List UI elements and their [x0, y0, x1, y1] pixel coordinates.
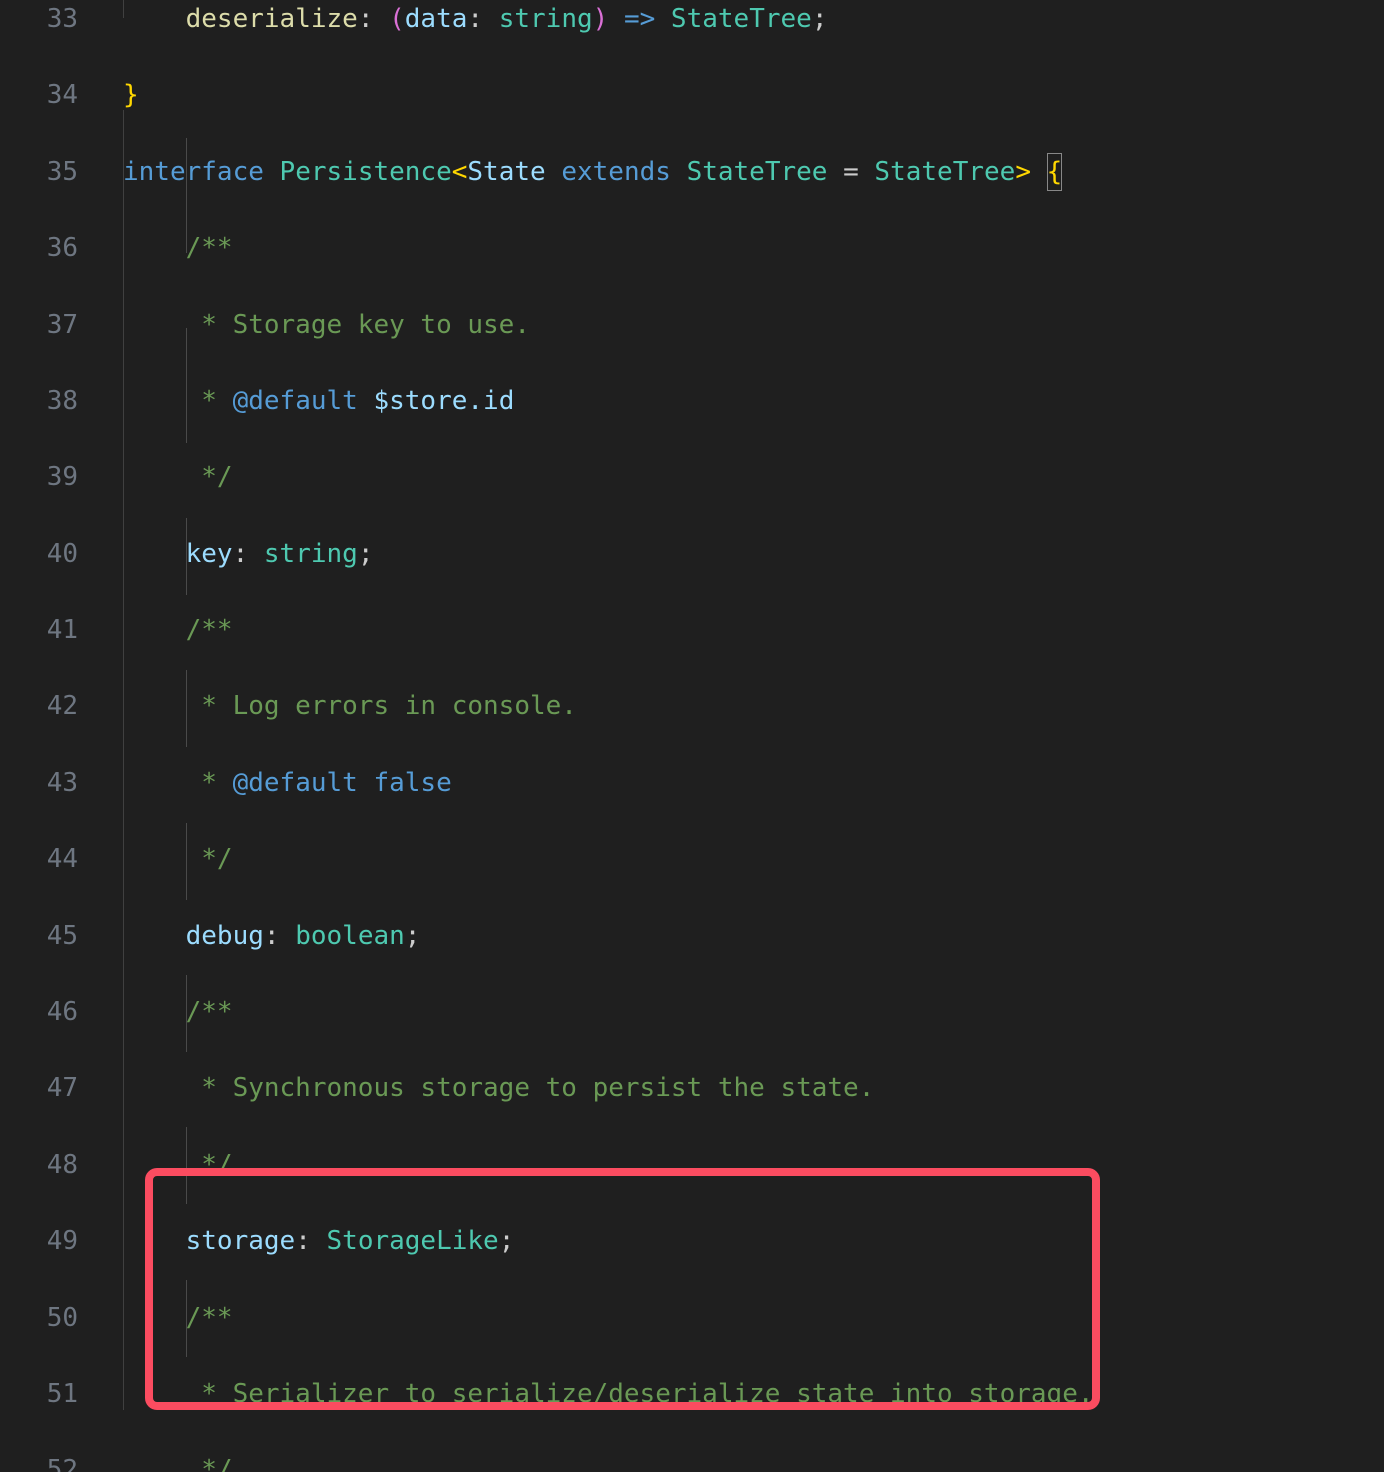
code-text: */	[123, 1455, 233, 1472]
line-number: 33	[46, 4, 78, 34]
code-text: * Synchronous storage to persist the sta…	[123, 1073, 875, 1104]
line-number: 51	[46, 1378, 78, 1409]
code-line[interactable]: 38 * @default $store.id	[0, 382, 1384, 420]
code-text: key: string;	[185, 538, 374, 569]
bracket-match-highlight: {	[1046, 152, 1063, 191]
code-text: /**	[123, 233, 233, 264]
code-text: */	[123, 1149, 233, 1180]
code-line[interactable]: 40 key: string;	[0, 535, 1384, 573]
code-text: interface Persistence<State extends Stat…	[123, 152, 1063, 191]
code-line[interactable]: 44 */	[0, 840, 1384, 878]
code-line[interactable]: 43 * @default false	[0, 764, 1384, 802]
code-text: deserialize: (data: string) => StateTree…	[185, 4, 828, 34]
line-number: 50	[46, 1302, 78, 1333]
line-number: 47	[46, 1073, 78, 1104]
code-text: * Storage key to use.	[123, 309, 530, 340]
code-line[interactable]: 48 */	[0, 1146, 1384, 1184]
line-number: 45	[46, 920, 78, 951]
line-number: 34	[46, 80, 78, 111]
code-text: /**	[123, 615, 233, 646]
code-line[interactable]: 51 * Serializer to serialize/deserialize…	[0, 1375, 1384, 1413]
line-number: 48	[46, 1149, 78, 1180]
code-text: debug: boolean;	[185, 920, 421, 951]
code-text: * Serializer to serialize/deserialize st…	[123, 1378, 1094, 1409]
code-text: * @default $store.id	[123, 385, 515, 416]
code-line[interactable]: 33 deserialize: (data: string) => StateT…	[0, 0, 1384, 38]
code-text: /**	[123, 997, 233, 1028]
code-line[interactable]: 50 /**	[0, 1299, 1384, 1337]
annotation-rectangle	[145, 1168, 1100, 1410]
code-text: */	[123, 462, 233, 493]
line-number: 40	[46, 538, 78, 569]
code-line[interactable]: 36 /**	[0, 229, 1384, 267]
line-number: 36	[46, 233, 78, 264]
code-line[interactable]: 52 */	[0, 1451, 1384, 1472]
line-number: 42	[46, 691, 78, 722]
line-number: 52	[46, 1455, 78, 1472]
code-text: * Log errors in console.	[123, 691, 577, 722]
line-number: 41	[46, 615, 78, 646]
line-number: 37	[46, 309, 78, 340]
code-line[interactable]: 41 /**	[0, 611, 1384, 649]
code-line[interactable]: 39 */	[0, 458, 1384, 496]
code-text: * @default false	[123, 767, 452, 798]
code-line[interactable]: 42 * Log errors in console.	[0, 687, 1384, 725]
code-line[interactable]: 34 }	[0, 76, 1384, 114]
line-number: 39	[46, 462, 78, 493]
line-number: 49	[46, 1226, 78, 1257]
code-text: */	[123, 844, 233, 875]
code-text: /**	[123, 1302, 233, 1333]
code-editor[interactable]: 33 deserialize: (data: string) => StateT…	[0, 0, 1384, 1472]
line-number: 44	[46, 844, 78, 875]
code-line[interactable]: 47 * Synchronous storage to persist the …	[0, 1069, 1384, 1107]
code-line[interactable]: 45 debug: boolean;	[0, 917, 1384, 955]
code-text: }	[123, 80, 139, 111]
line-number: 35	[46, 156, 78, 187]
code-text: storage: StorageLike;	[185, 1226, 515, 1257]
code-line[interactable]: 35 interface Persistence<State extends S…	[0, 152, 1384, 191]
line-number: 38	[46, 385, 78, 416]
code-line[interactable]: 46 /**	[0, 993, 1384, 1031]
code-line[interactable]: 49 storage: StorageLike;	[0, 1222, 1384, 1260]
line-number: 43	[46, 767, 78, 798]
line-number: 46	[46, 997, 78, 1028]
code-line[interactable]: 37 * Storage key to use.	[0, 306, 1384, 344]
